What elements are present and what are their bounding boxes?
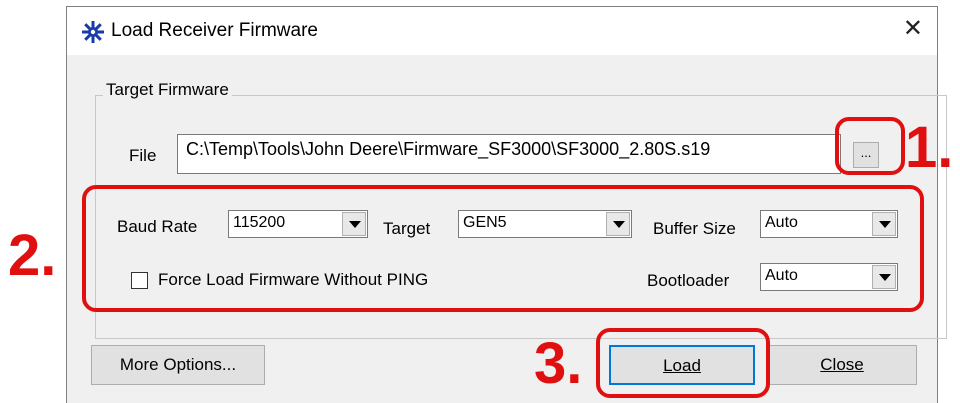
- annotation-box-settings: [82, 185, 924, 312]
- file-label: File: [129, 146, 157, 165]
- target-firmware-group-label: Target Firmware: [103, 80, 232, 100]
- title-bar: Load Receiver Firmware ✕: [67, 7, 937, 55]
- window-title: Load Receiver Firmware: [111, 20, 318, 41]
- annotation-step-1: 1.: [905, 115, 954, 180]
- annotation-step-3: 3.: [534, 331, 583, 396]
- close-button[interactable]: Close: [767, 345, 917, 385]
- annotation-step-2: 2.: [8, 223, 57, 288]
- gear-icon: [82, 21, 104, 43]
- annotation-box-browse: [835, 117, 905, 175]
- more-options-button[interactable]: More Options...: [91, 345, 265, 385]
- file-path-field[interactable]: C:\Temp\Tools\John Deere\Firmware_SF3000…: [177, 134, 841, 174]
- close-icon[interactable]: ✕: [903, 17, 923, 41]
- annotation-box-load: [596, 328, 770, 398]
